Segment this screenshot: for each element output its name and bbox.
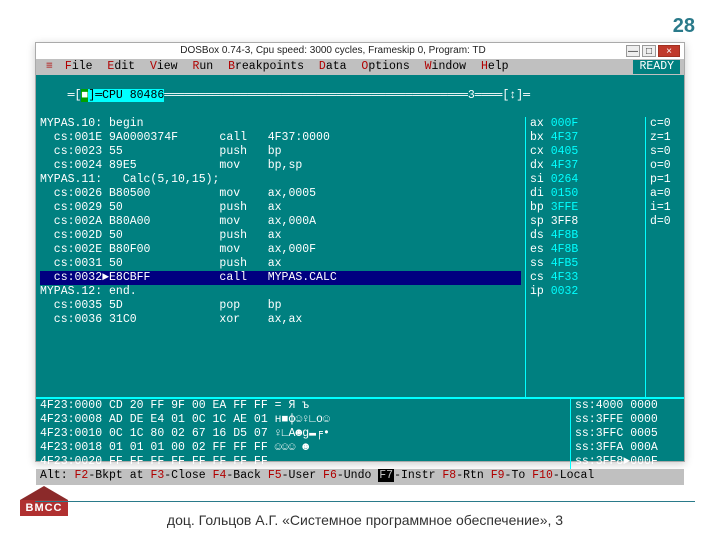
flag-p[interactable]: p=1	[650, 173, 680, 187]
code-line[interactable]: cs:0032►E8CBFF call MYPAS.CALC	[40, 271, 521, 285]
reg-ds[interactable]: ds 4F8B	[530, 229, 641, 243]
menu-elp[interactable]: Help	[477, 60, 513, 73]
reg-di[interactable]: di 0150	[530, 187, 641, 201]
cpu-panel-header: ═[■]═CPU 80486══════════════════════════…	[36, 75, 684, 117]
stack-line[interactable]: ss:3FFE 0000	[575, 413, 680, 427]
code-line[interactable]: cs:002E B80F00 mov ax,000F	[40, 243, 521, 257]
stack-line[interactable]: ss:3FFA 000A	[575, 441, 680, 455]
menu-iew[interactable]: View	[146, 60, 189, 73]
menu-dit[interactable]: Edit	[103, 60, 146, 73]
status-ready: READY	[633, 60, 680, 74]
code-line[interactable]: MYPAS.12: end.	[40, 285, 521, 299]
stack-line[interactable]: ss:4000 0000	[575, 399, 680, 413]
code-line[interactable]: cs:0024 89E5 mov bp,sp	[40, 159, 521, 173]
memory-dump[interactable]: 4F23:0000 CD 20 FF 9F 00 EA FF FF = Я ъ4…	[40, 399, 570, 469]
flag-i[interactable]: i=1	[650, 201, 680, 215]
menu-ile[interactable]: File	[61, 60, 104, 73]
menu-ptions[interactable]: Options	[357, 60, 420, 73]
code-line[interactable]: cs:0023 55 push bp	[40, 145, 521, 159]
menubar: ≡ File Edit View Run Breakpoints Data Op…	[36, 59, 684, 75]
maximize-button[interactable]: □	[642, 45, 656, 57]
window-number: 3════	[468, 89, 503, 102]
code-pane[interactable]: MYPAS.10: begin cs:001E 9A0000374F call …	[36, 117, 526, 397]
code-line[interactable]: MYPAS.11: Calc(5,10,15);	[40, 173, 521, 187]
dump-line[interactable]: 4F23:0020 FF FF FF FF FF FF FF FF	[40, 455, 570, 469]
reg-ip[interactable]: ip 0032	[530, 285, 641, 299]
dump-line[interactable]: 4F23:0010 0C 1C 80 02 67 16 D5 07 ♀∟А☻g▬…	[40, 427, 570, 441]
code-line[interactable]: cs:002D 50 push ax	[40, 229, 521, 243]
cpu-label: ]═CPU 80486	[88, 89, 164, 102]
dosbox-window: DOSBox 0.74-3, Cpu speed: 3000 cycles, F…	[35, 42, 685, 462]
reg-bp[interactable]: bp 3FFE	[530, 201, 641, 215]
page-number: 28	[673, 15, 695, 38]
code-line[interactable]: cs:001E 9A0000374F call 4F37:0000	[40, 131, 521, 145]
code-line[interactable]: MYPAS.10: begin	[40, 117, 521, 131]
titlebar-text: DOSBox 0.74-3, Cpu speed: 3000 cycles, F…	[40, 44, 626, 58]
code-line[interactable]: cs:0026 B80500 mov ax,0005	[40, 187, 521, 201]
frame-left: ═[	[68, 89, 82, 102]
dump-line[interactable]: 4F23:0018 01 01 01 00 02 FF FF FF ☺☺☺ ☻	[40, 441, 570, 455]
footer-text: доц. Гольцов А.Г. «Системное программное…	[35, 512, 695, 528]
reg-cs[interactable]: cs 4F33	[530, 271, 641, 285]
stack-line[interactable]: ss:3FFC 0005	[575, 427, 680, 441]
code-line[interactable]: cs:0029 50 push ax	[40, 201, 521, 215]
menu-reakpoints[interactable]: Breakpoints	[224, 60, 315, 73]
menu-ata[interactable]: Data	[315, 60, 358, 73]
reg-es[interactable]: es 4F8B	[530, 243, 641, 257]
flag-a[interactable]: a=0	[650, 187, 680, 201]
reg-si[interactable]: si 0264	[530, 173, 641, 187]
reg-ss[interactable]: ss 4FB5	[530, 257, 641, 271]
frame-fill: ════════════════════════════════════════…	[164, 89, 468, 102]
footer-rule	[35, 501, 695, 502]
system-menu-icon[interactable]: ≡	[40, 60, 59, 74]
minimize-button[interactable]: —	[626, 45, 640, 57]
code-line[interactable]: cs:002A B80A00 mov ax,000A	[40, 215, 521, 229]
window-titlebar: DOSBox 0.74-3, Cpu speed: 3000 cycles, F…	[36, 43, 684, 59]
reg-ax[interactable]: ax 000F	[530, 117, 641, 131]
flag-s[interactable]: s=0	[650, 145, 680, 159]
dump-line[interactable]: 4F23:0008 AD DE E4 01 0C 1C AE 01 н■ф☺♀∟…	[40, 413, 570, 427]
logo-roof-icon	[20, 486, 68, 500]
frame-right: [↕]═	[502, 89, 530, 102]
statusbar: Alt: F2-Bkpt at F3-Close F4-Back F5-User…	[36, 469, 684, 485]
footer: доц. Гольцов А.Г. «Системное программное…	[35, 501, 695, 528]
menu-un[interactable]: Run	[188, 60, 224, 73]
register-pane[interactable]: ax 000Fbx 4F37cx 0405dx 4F37si 0264di 01…	[526, 117, 646, 397]
flag-o[interactable]: o=0	[650, 159, 680, 173]
menu-indow[interactable]: Window	[421, 60, 477, 73]
stack-line[interactable]: ss:3FF8►000F	[575, 455, 680, 469]
flags-pane[interactable]: c=0z=1s=0o=0p=1a=0i=1d=0	[646, 117, 684, 397]
flag-c[interactable]: c=0	[650, 117, 680, 131]
main-panels: MYPAS.10: begin cs:001E 9A0000374F call …	[36, 117, 684, 397]
code-line[interactable]: cs:0036 31C0 xor ax,ax	[40, 313, 521, 327]
reg-cx[interactable]: cx 0405	[530, 145, 641, 159]
flag-d[interactable]: d=0	[650, 215, 680, 229]
code-line[interactable]: cs:0031 50 push ax	[40, 257, 521, 271]
reg-dx[interactable]: dx 4F37	[530, 159, 641, 173]
stack-view[interactable]: ss:4000 0000ss:3FFE 0000ss:3FFC 0005ss:3…	[570, 399, 680, 469]
reg-bx[interactable]: bx 4F37	[530, 131, 641, 145]
dump-pane[interactable]: 4F23:0000 CD 20 FF 9F 00 EA FF FF = Я ъ4…	[36, 397, 684, 469]
reg-sp[interactable]: sp 3FF8	[530, 215, 641, 229]
dump-line[interactable]: 4F23:0000 CD 20 FF 9F 00 EA FF FF = Я ъ	[40, 399, 570, 413]
flag-z[interactable]: z=1	[650, 131, 680, 145]
close-button[interactable]: ×	[658, 45, 680, 57]
code-line[interactable]: cs:0035 5D pop bp	[40, 299, 521, 313]
